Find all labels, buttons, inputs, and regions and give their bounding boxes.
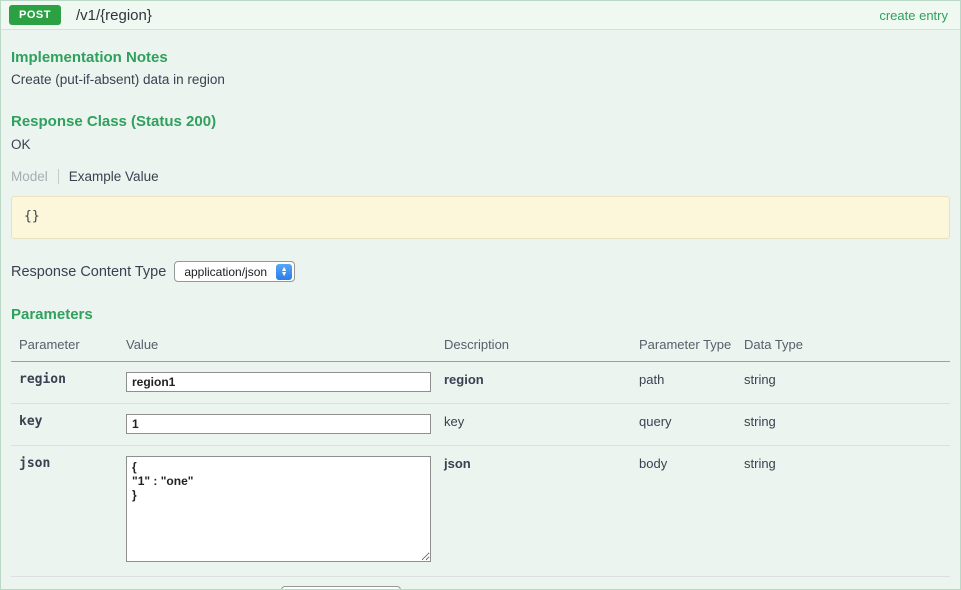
param-name: region xyxy=(11,372,126,387)
operation-body: Implementation Notes Create (put-if-abse… xyxy=(1,49,960,590)
col-header-value: Value xyxy=(126,337,444,352)
operation-panel: POST /v1/{region} create entry Implement… xyxy=(0,0,961,590)
tab-divider xyxy=(58,169,59,184)
param-data-type: string xyxy=(744,372,950,387)
table-row-key: key key query string xyxy=(11,404,950,446)
model-example-tabs: Model Example Value xyxy=(11,169,950,184)
implementation-notes-heading: Implementation Notes xyxy=(11,49,950,66)
param-data-type: string xyxy=(744,456,950,471)
col-header-description: Description xyxy=(444,337,639,352)
param-type: path xyxy=(639,372,744,387)
param-type: query xyxy=(639,414,744,429)
param-description: key xyxy=(444,414,639,429)
tab-example-value[interactable]: Example Value xyxy=(69,169,159,184)
col-header-parameter: Parameter xyxy=(11,337,126,352)
response-content-type-select[interactable]: application/json ▲▼ xyxy=(174,261,295,282)
response-class-heading: Response Class (Status 200) xyxy=(11,113,950,130)
parameters-heading: Parameters xyxy=(11,306,950,323)
http-method-badge: POST xyxy=(9,5,61,25)
param-description: region xyxy=(444,372,639,387)
param-data-type: string xyxy=(744,414,950,429)
operation-header: POST /v1/{region} create entry xyxy=(1,1,960,30)
col-header-data-type: Data Type xyxy=(744,337,950,352)
response-class-message: OK xyxy=(11,137,950,152)
param-type: body xyxy=(639,456,744,471)
operation-path-link[interactable]: /v1/{region} xyxy=(76,7,152,24)
region-value-input[interactable] xyxy=(126,372,431,392)
table-row-region: region region path string xyxy=(11,362,950,404)
create-entry-link[interactable]: create entry xyxy=(879,8,948,23)
response-content-type-label: Response Content Type xyxy=(11,264,166,280)
json-body-textarea[interactable]: { "1" : "one" } xyxy=(126,456,431,562)
implementation-notes-text: Create (put-if-absent) data in region xyxy=(11,72,950,87)
select-stepper-icon: ▲▼ xyxy=(276,264,292,280)
parameter-content-type-row: Parameter content type: application/json… xyxy=(11,577,950,590)
parameters-table: Parameter Value Description Parameter Ty… xyxy=(11,329,950,590)
example-value-box: {} xyxy=(11,196,950,239)
tab-model[interactable]: Model xyxy=(11,169,48,184)
parameter-content-type-select[interactable]: application/json ▲▼ xyxy=(281,586,402,590)
key-value-input[interactable] xyxy=(126,414,431,434)
param-description: json xyxy=(444,456,639,471)
response-content-type-row: Response Content Type application/json ▲… xyxy=(11,261,950,282)
param-name: key xyxy=(11,414,126,429)
parameters-table-header: Parameter Value Description Parameter Ty… xyxy=(11,329,950,362)
response-content-type-value: application/json xyxy=(184,265,267,279)
col-header-parameter-type: Parameter Type xyxy=(639,337,744,352)
param-name: json xyxy=(11,456,126,471)
table-row-json: json { "1" : "one" } json body string xyxy=(11,446,950,577)
